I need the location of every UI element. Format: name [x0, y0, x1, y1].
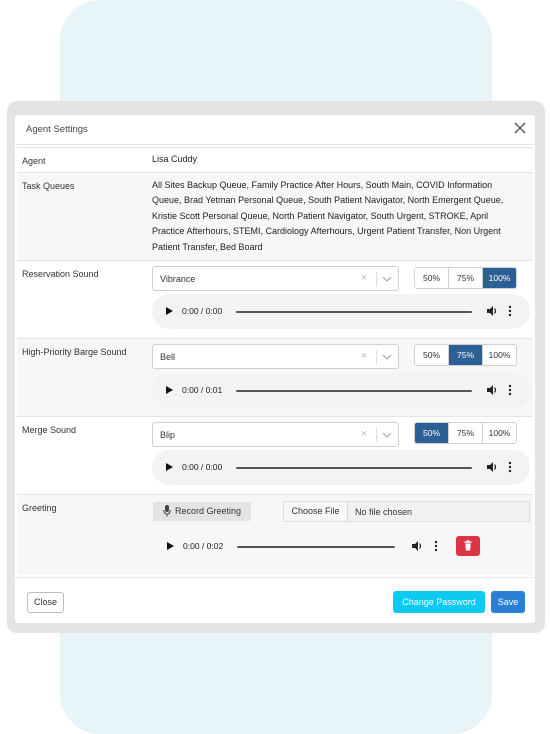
volume-75-button[interactable]: 75%: [449, 423, 483, 443]
more-vertical-icon[interactable]: [508, 383, 512, 397]
save-button[interactable]: Save: [491, 591, 525, 613]
more-vertical-icon[interactable]: [508, 304, 512, 318]
select-value: Blip: [160, 430, 176, 440]
select-separator: [376, 272, 377, 286]
volume-100-button[interactable]: 100%: [483, 423, 516, 443]
agent-label: Agent: [22, 156, 46, 166]
record-greeting-label: Record Greeting: [175, 506, 242, 516]
chevron-down-icon[interactable]: [382, 430, 392, 440]
agent-value: Lisa Cuddy: [152, 154, 198, 164]
merge-audio-player: 0:00 / 0:00: [152, 450, 530, 485]
task-queues-line: All Sites Backup Queue, Family Practice …: [152, 180, 493, 190]
reservation-sound-select[interactable]: Vibrance ×: [152, 266, 399, 291]
audio-progress-track[interactable]: [237, 546, 395, 548]
more-vertical-icon[interactable]: [434, 539, 438, 553]
barge-sound-select[interactable]: Bell ×: [152, 344, 399, 369]
more-vertical-icon[interactable]: [508, 460, 512, 474]
volume-50-button[interactable]: 50%: [415, 345, 449, 365]
play-icon[interactable]: [167, 542, 174, 550]
greeting-label: Greeting: [22, 503, 57, 513]
dialog-header: Agent Settings: [15, 115, 535, 145]
choose-file-button[interactable]: Choose File: [284, 502, 348, 521]
agent-settings-dialog: Agent Settings Agent Lisa Cuddy Task Que…: [15, 115, 535, 623]
chevron-down-icon[interactable]: [382, 274, 392, 284]
audio-time: 0:00 / 0:01: [182, 385, 223, 395]
merge-sound-row: Merge Sound Blip × 50% 75% 100% 0:00 / 0…: [17, 416, 533, 494]
task-queues-line: Practice Afterhours, STEMI, Cardiology A…: [152, 226, 501, 237]
volume-icon[interactable]: [486, 461, 498, 473]
volume-50-button[interactable]: 50%: [415, 268, 449, 288]
clear-icon[interactable]: ×: [361, 272, 367, 284]
merge-volume-group: 50% 75% 100%: [414, 422, 517, 444]
reservation-volume-group: 50% 75% 100%: [414, 267, 517, 289]
delete-greeting-button[interactable]: [456, 536, 480, 556]
agent-row: Agent Lisa Cuddy: [17, 147, 533, 172]
play-icon[interactable]: [166, 463, 173, 471]
volume-50-button[interactable]: 50%: [415, 423, 449, 443]
task-queues-line: Patient Transfer, Bed Board: [152, 241, 263, 252]
task-queues-line: Kristie Scott Personal Queue, North Pati…: [152, 210, 489, 221]
task-queues-row: Task Queues All Sites Backup Queue, Fami…: [17, 172, 533, 260]
select-value: Bell: [160, 352, 176, 362]
reservation-audio-player: 0:00 / 0:00: [152, 294, 530, 329]
reservation-sound-label: Reservation Sound: [22, 269, 99, 279]
volume-100-button[interactable]: 100%: [483, 345, 516, 365]
close-button[interactable]: Close: [27, 592, 64, 613]
close-icon[interactable]: [513, 121, 527, 135]
barge-volume-group: 50% 75% 100%: [414, 344, 517, 366]
volume-75-button[interactable]: 75%: [449, 268, 483, 288]
reservation-sound-row: Reservation Sound Vibrance × 50% 75% 100…: [17, 260, 533, 338]
dialog-title: Agent Settings: [26, 124, 88, 135]
volume-icon[interactable]: [486, 384, 498, 396]
file-status: No file chosen: [355, 507, 413, 517]
audio-progress-track[interactable]: [236, 311, 472, 313]
greeting-audio-player: 0:00 / 0:02: [153, 529, 449, 564]
volume-75-button[interactable]: 75%: [449, 345, 483, 365]
audio-time: 0:00 / 0:02: [183, 541, 224, 551]
merge-sound-label: Merge Sound: [22, 425, 77, 435]
chevron-down-icon[interactable]: [382, 352, 392, 362]
greeting-row: Greeting Record Greeting Choose File No …: [17, 494, 533, 575]
play-icon[interactable]: [166, 386, 173, 394]
barge-sound-row: High-Priority Barge Sound Bell × 50% 75%…: [17, 338, 533, 416]
merge-sound-select[interactable]: Blip ×: [152, 422, 399, 447]
select-separator: [376, 428, 377, 442]
task-queues-label: Task Queues: [22, 181, 75, 191]
volume-icon[interactable]: [486, 305, 498, 317]
change-password-button[interactable]: Change Password: [393, 591, 485, 613]
select-value: Vibrance: [160, 274, 196, 284]
barge-audio-player: 0:00 / 0:01: [152, 373, 530, 408]
barge-sound-label: High-Priority Barge Sound: [22, 347, 127, 357]
audio-time: 0:00 / 0:00: [182, 306, 223, 316]
audio-time: 0:00 / 0:00: [182, 462, 223, 472]
record-greeting-button[interactable]: Record Greeting: [153, 502, 251, 521]
microphone-icon: [163, 505, 171, 517]
audio-progress-track[interactable]: [236, 467, 472, 469]
clear-icon[interactable]: ×: [361, 350, 367, 362]
volume-100-button[interactable]: 100%: [483, 268, 516, 288]
clear-icon[interactable]: ×: [361, 428, 367, 440]
play-icon[interactable]: [166, 307, 173, 315]
task-queues-line: Queue, Brad Yetman Personal Queue, South…: [152, 195, 504, 206]
greeting-file-input[interactable]: Choose File No file chosen: [283, 501, 530, 522]
dialog-footer: Close Change Password Save: [15, 577, 535, 623]
volume-icon[interactable]: [411, 540, 423, 552]
trash-icon: [464, 540, 472, 551]
audio-progress-track[interactable]: [236, 390, 472, 392]
task-queues-value: All Sites Backup Queue, Family Practice …: [152, 178, 527, 255]
select-separator: [376, 350, 377, 364]
